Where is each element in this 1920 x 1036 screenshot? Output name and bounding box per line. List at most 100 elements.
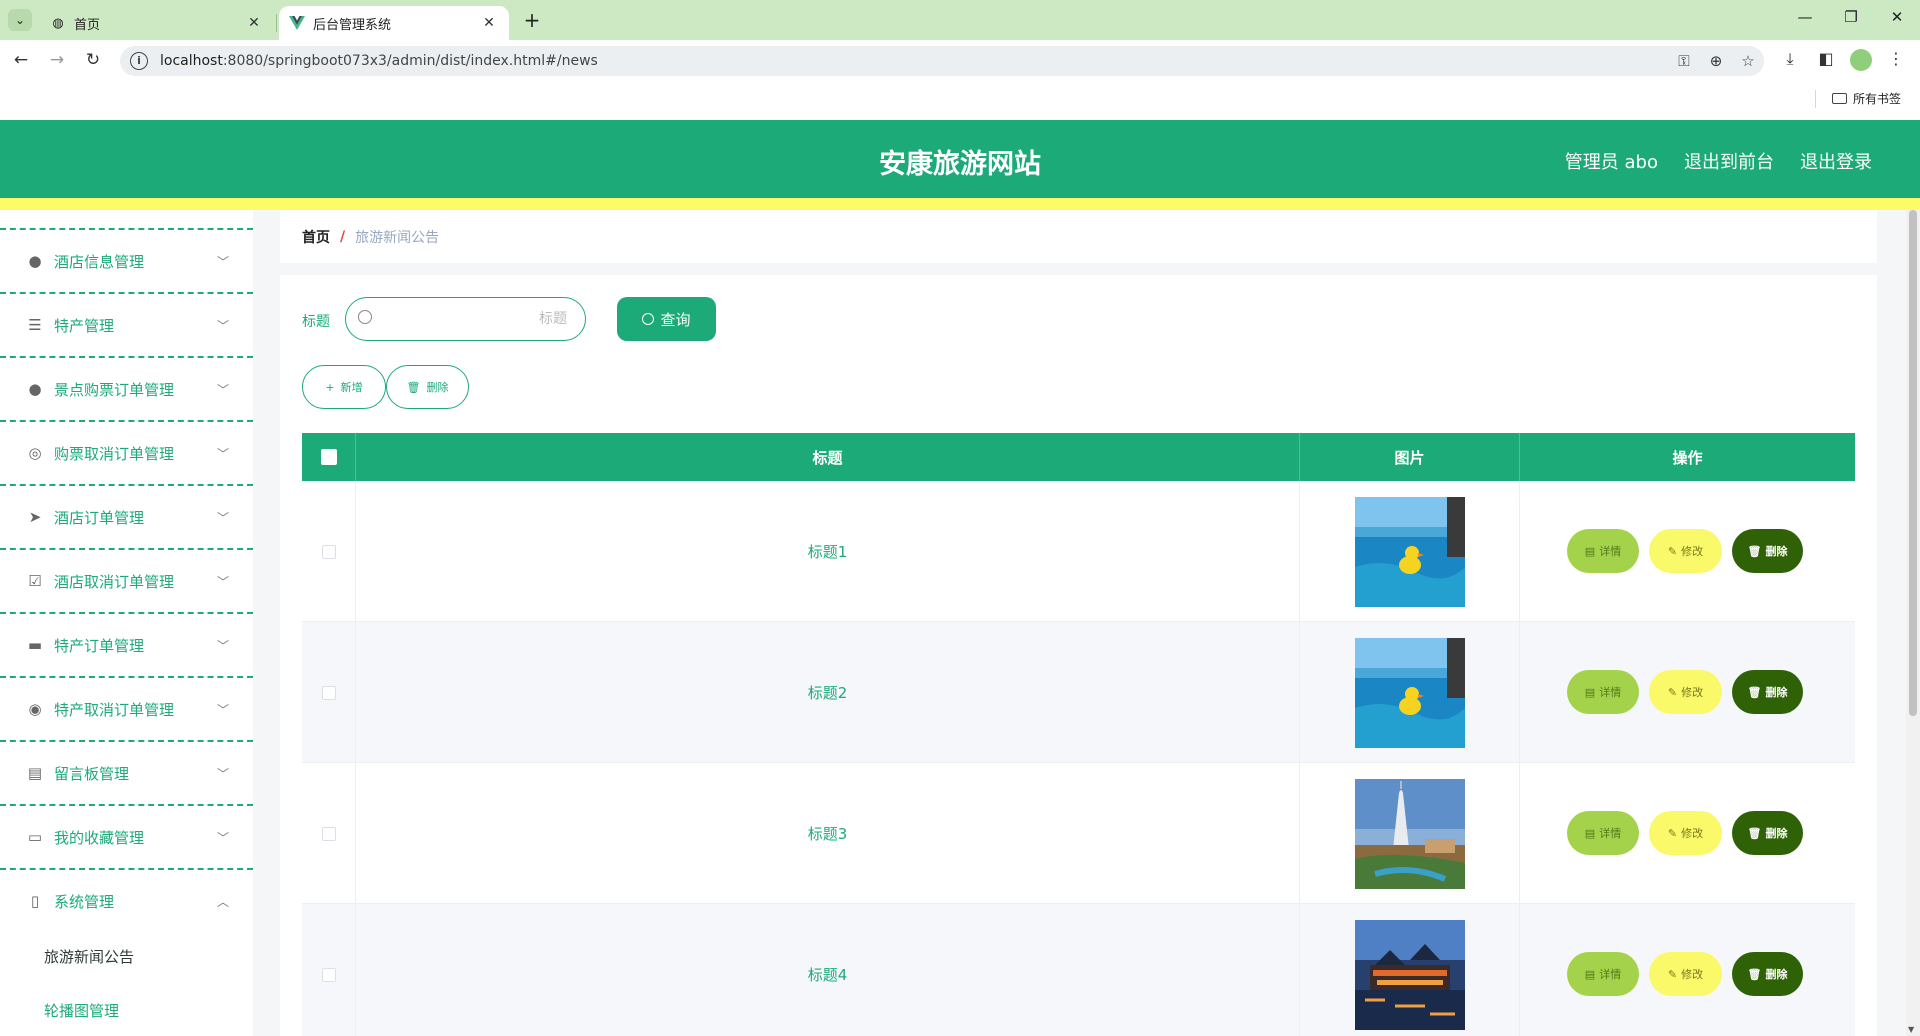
row-checkbox[interactable] (321, 967, 336, 982)
chevron-down-icon: ﹀ (216, 382, 229, 397)
logout-link[interactable]: 退出登录 (1800, 148, 1872, 174)
chevron-down-icon: ﹀ (216, 638, 229, 653)
edit-button[interactable]: ✎ 修改 (1649, 811, 1722, 855)
search-input[interactable] (382, 306, 567, 332)
detail-button[interactable]: ▤ 详情 (1567, 529, 1639, 573)
site-info-icon[interactable]: i (130, 52, 148, 70)
back-button[interactable]: ← (8, 49, 34, 71)
close-icon[interactable]: ✕ (479, 15, 499, 31)
chevron-down-icon: ﹀ (216, 702, 229, 717)
column-header-image: 图片 (1300, 433, 1520, 481)
chevron-down-icon: ﹀ (216, 574, 229, 589)
window-close-button[interactable]: ✕ (1882, 8, 1912, 26)
breadcrumb-home[interactable]: 首页 (302, 227, 330, 247)
column-header-actions: 操作 (1672, 448, 1703, 467)
chevron-down-icon: ﹀ (216, 446, 229, 461)
detail-button[interactable]: ▤ 详情 (1567, 811, 1639, 855)
scroll-down-arrow-icon[interactable]: ▼ (1908, 1025, 1914, 1034)
delete-label: 删除 (1765, 686, 1788, 699)
delete-button[interactable]: 🗑 删除 (1732, 811, 1803, 855)
star-icon[interactable]: ☆ (1732, 52, 1764, 70)
pin-icon: ● (28, 252, 42, 270)
reload-button[interactable]: ↻ (80, 49, 106, 71)
batch-delete-button[interactable]: 🗑 删除 (386, 365, 469, 409)
row-checkbox[interactable] (321, 544, 336, 559)
tab-admin[interactable]: 后台管理系统 ✕ (279, 6, 509, 40)
plus-icon: + (325, 380, 335, 394)
close-icon[interactable]: ✕ (244, 15, 264, 31)
sidebar-item-specialty-cancel[interactable]: ◉ 特产取消订单管理 ﹀ (0, 676, 253, 740)
edit-button[interactable]: ✎ 修改 (1649, 952, 1722, 996)
sidebar-subitem-carousel[interactable]: 轮播图管理 (44, 1000, 119, 1021)
edit-label: 修改 (1681, 968, 1704, 981)
tab-search-button[interactable]: ⌄ (8, 9, 32, 31)
profile-avatar[interactable] (1850, 49, 1872, 71)
row-checkbox[interactable] (321, 685, 336, 700)
row-title-cell: 标题3 (356, 763, 1300, 904)
sidebar-item-label: 我的收藏管理 (54, 828, 145, 847)
detail-label: 详情 (1599, 686, 1622, 699)
header-links: 管理员 abo 退出到前台 退出登录 (1565, 148, 1872, 174)
add-button-label: 新增 (340, 381, 363, 394)
select-all-cell (302, 433, 356, 481)
download-icon[interactable]: ⤓ (1776, 49, 1804, 69)
tab-home[interactable]: ◍ 首页 ✕ (40, 6, 274, 40)
sidebar-item-label: 购票取消订单管理 (54, 444, 175, 463)
row-checkbox[interactable] (321, 826, 336, 841)
delete-label: 删除 (1765, 968, 1788, 981)
sidebar-item-hotel-orders[interactable]: ➤ 酒店订单管理 ﹀ (0, 484, 253, 548)
admin-user-label: 管理员 abo (1564, 152, 1658, 173)
user-icon: ● (28, 380, 42, 398)
clipboard-icon: ▤ (27, 764, 43, 782)
key-icon[interactable]: ⚿ (1668, 52, 1700, 70)
sidebar-item-specialty-orders[interactable]: ▬ 特产订单管理 ﹀ (0, 612, 253, 676)
edit-button[interactable]: ✎ 修改 (1649, 529, 1722, 573)
tab-title: 后台管理系统 (313, 17, 392, 33)
sidebar-item-ticket-cancel[interactable]: ◎ 购票取消订单管理 ﹀ (0, 420, 253, 484)
edit-button[interactable]: ✎ 修改 (1649, 670, 1722, 714)
exit-to-front-link[interactable]: 退出到前台 (1684, 148, 1774, 174)
side-panel-icon[interactable]: ◧ (1812, 49, 1840, 68)
add-button[interactable]: + 新增 (302, 365, 386, 409)
sidebar-item-specialty[interactable]: ☰ 特产管理 ﹀ (0, 292, 253, 356)
query-button[interactable]: 查询 (617, 297, 716, 341)
delete-button[interactable]: 🗑 删除 (1732, 670, 1803, 714)
zoom-icon[interactable]: ⊕ (1700, 52, 1732, 70)
monitor-icon: ▬ (27, 636, 43, 654)
select-all-checkbox[interactable] (320, 449, 337, 465)
scrollbar-thumb[interactable] (1909, 210, 1917, 716)
forward-button[interactable]: → (44, 49, 70, 71)
search-label: 标题 (302, 314, 330, 330)
menu-kebab-icon[interactable]: ⋮ (1882, 49, 1910, 68)
row-select-cell (302, 763, 356, 904)
bookmark-bar: 所有书签 (0, 80, 1920, 120)
checklist-icon: ☑ (28, 572, 42, 590)
detail-label: 详情 (1599, 968, 1622, 981)
all-bookmarks[interactable]: 所有书签 (1832, 90, 1901, 107)
omnibox[interactable]: i localhost:8080/springboot073x3/admin/d… (120, 46, 1764, 76)
new-tab-button[interactable]: + (520, 8, 544, 32)
detail-button[interactable]: ▤ 详情 (1567, 952, 1639, 996)
row-title-cell: 标题4 (356, 904, 1300, 1036)
trash-icon: 🗑 (1747, 685, 1762, 699)
delete-button[interactable]: 🗑 删除 (1732, 529, 1803, 573)
sidebar-item-hotel-info[interactable]: ● 酒店信息管理 ﹀ (0, 228, 253, 292)
search-field[interactable] (345, 297, 586, 341)
delete-label: 删除 (1765, 827, 1788, 840)
detail-button[interactable]: ▤ 详情 (1567, 670, 1639, 714)
sidebar-item-favorites[interactable]: ▭ 我的收藏管理 ﹀ (0, 804, 253, 868)
sidebar-item-system[interactable]: ▯ 系统管理 ︿ (0, 868, 253, 932)
url-text[interactable]: localhost:8080/springboot073x3/admin/dis… (160, 53, 1668, 69)
page-scrollbar[interactable]: ▼ (1906, 210, 1920, 1036)
sidebar-item-ticket-orders[interactable]: ● 景点购票订单管理 ﹀ (0, 356, 253, 420)
delete-button[interactable]: 🗑 删除 (1732, 952, 1803, 996)
table-row: 标题2 ▤ 详情 ✎ 修改 🗑 删除 (302, 622, 1855, 763)
row-select-cell (302, 622, 356, 763)
table-header: 标题 图片 操作 (302, 433, 1855, 481)
minimize-button[interactable]: — (1790, 8, 1820, 26)
restore-button[interactable]: ❐ (1836, 8, 1866, 26)
sidebar-item-label: 特产管理 (54, 316, 115, 335)
sidebar-item-message-board[interactable]: ▤ 留言板管理 ﹀ (0, 740, 253, 804)
sidebar-item-hotel-cancel[interactable]: ☑ 酒店取消订单管理 ﹀ (0, 548, 253, 612)
sidebar-subitem-news[interactable]: 旅游新闻公告 (44, 946, 134, 967)
